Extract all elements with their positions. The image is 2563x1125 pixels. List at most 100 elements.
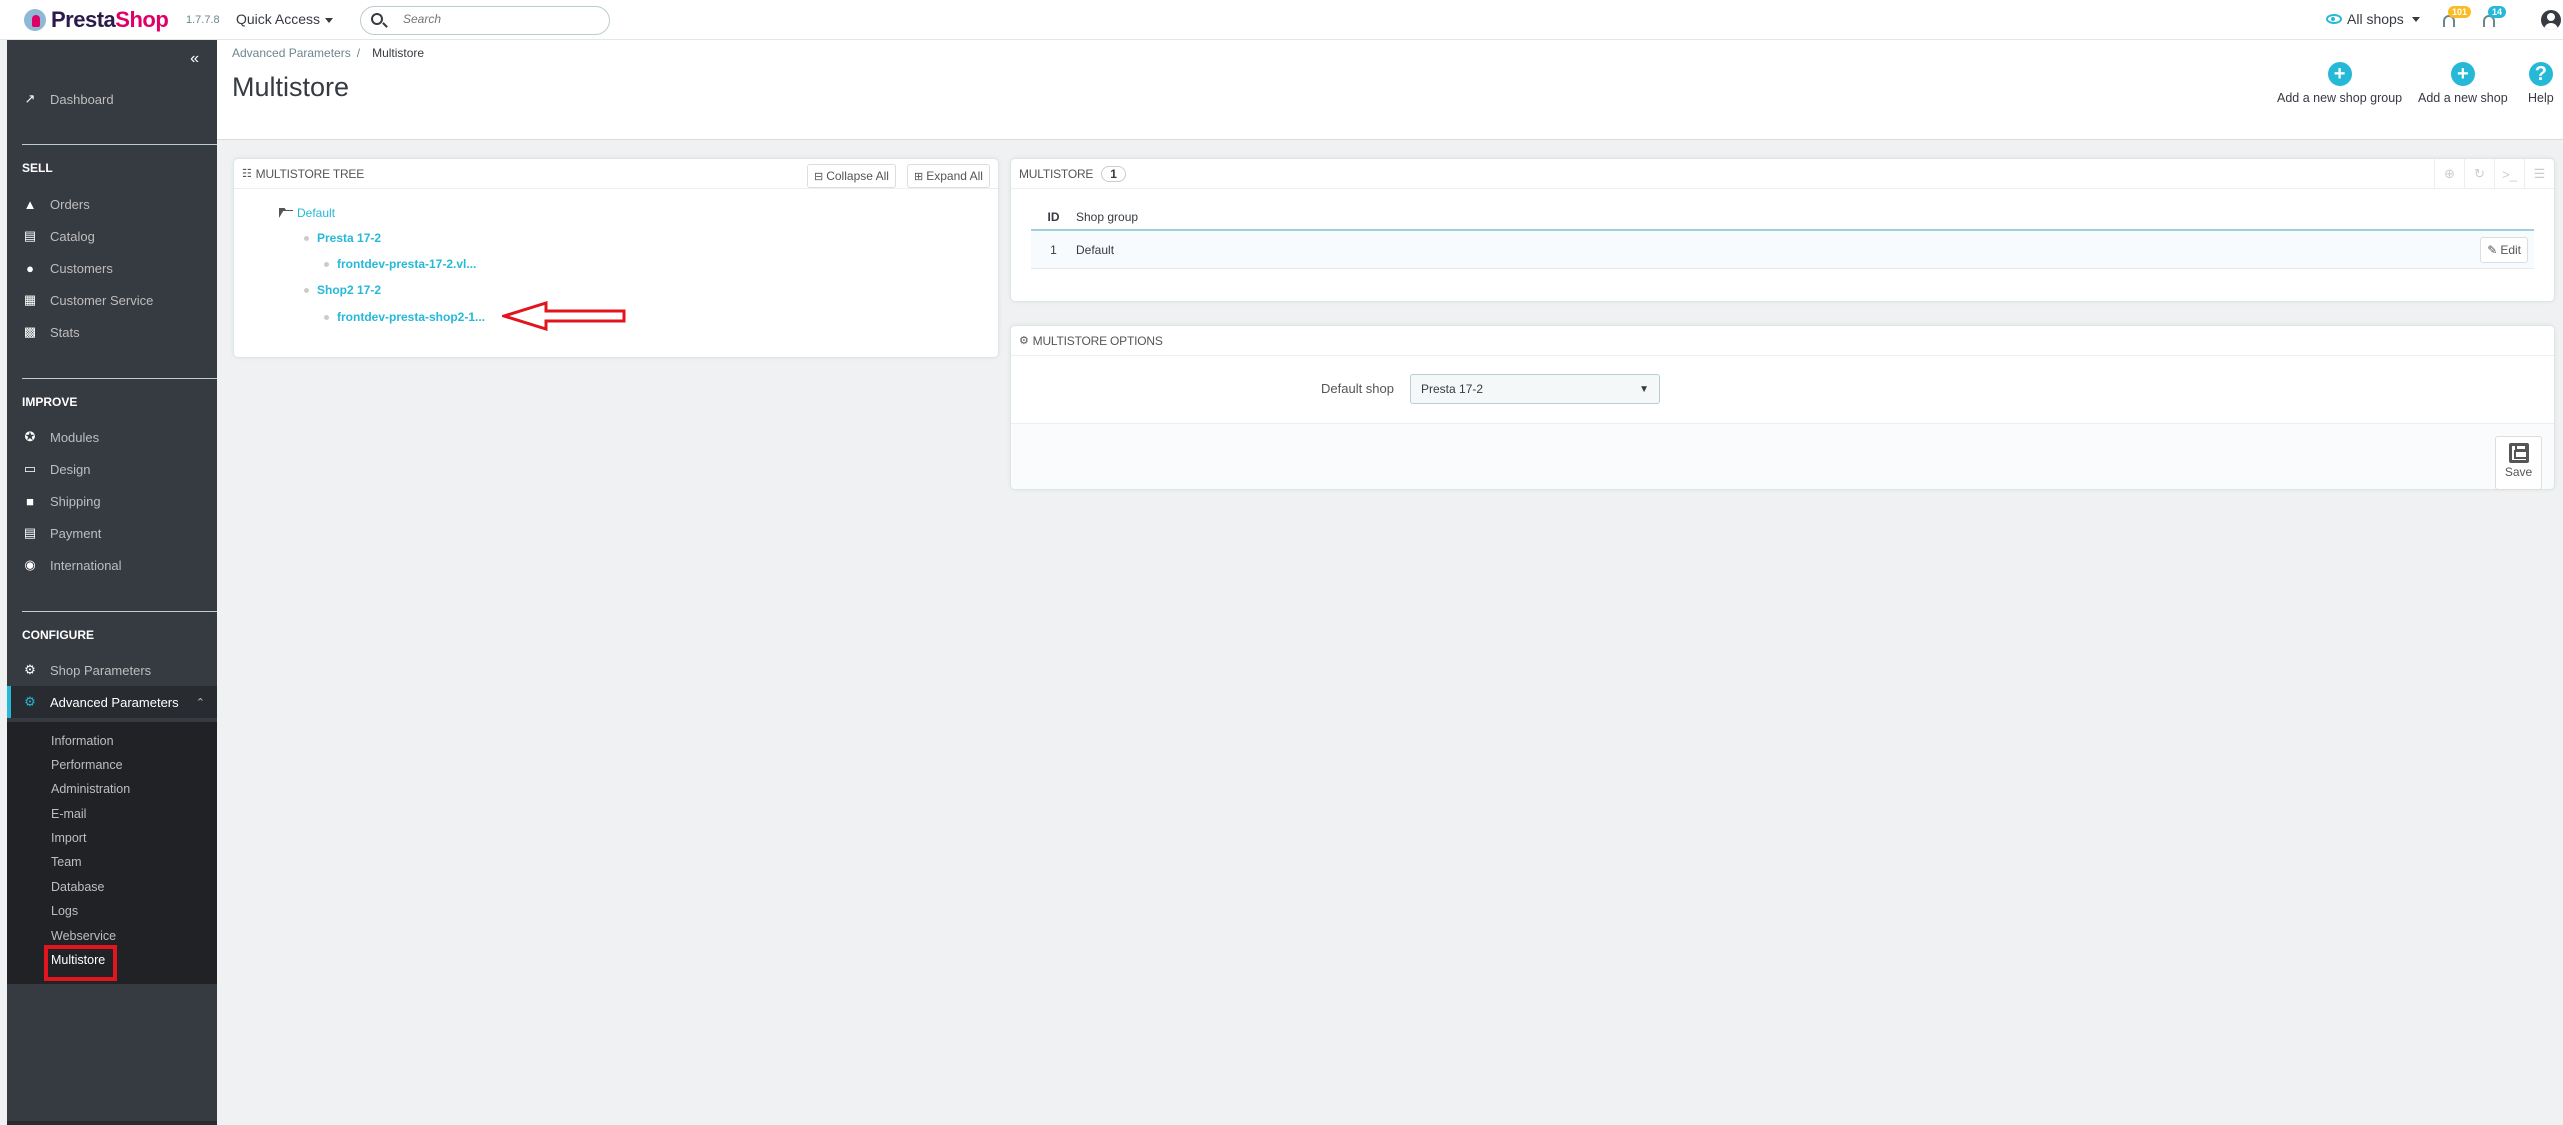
- submenu-administration[interactable]: Administration: [51, 782, 130, 796]
- panel-title: Multistore options: [1032, 333, 1163, 348]
- sidebar-item-label: Stats: [50, 324, 80, 340]
- breadcrumb-parent[interactable]: Advanced Parameters: [232, 46, 351, 60]
- sidebar-divider: [22, 378, 217, 379]
- panel-footer: Save: [1011, 423, 2554, 490]
- sidebar-item-dashboard[interactable]: ↗ Dashboard: [7, 83, 217, 115]
- shop-selector[interactable]: All shops: [2326, 11, 2420, 27]
- sidebar-item-shop-parameters[interactable]: ⚙ Shop Parameters: [7, 654, 217, 686]
- tree-group-label: Default: [297, 206, 336, 220]
- sidebar-item-label: Payment: [50, 525, 102, 541]
- search-box[interactable]: [360, 6, 610, 35]
- submenu-import[interactable]: Import: [51, 831, 86, 845]
- user-avatar-icon[interactable]: [2541, 10, 2561, 30]
- sidebar-item-customer-service[interactable]: ▦ Customer Service: [7, 284, 217, 316]
- database-icon[interactable]: ☰: [2524, 159, 2554, 189]
- submenu-webservice[interactable]: Webservice: [51, 929, 116, 943]
- submenu-email[interactable]: E-mail: [51, 807, 86, 821]
- sidebar-item-label: Customers: [50, 260, 113, 276]
- panel-title: Multistore: [1019, 166, 1094, 181]
- search-input[interactable]: [403, 12, 593, 26]
- add-shop-group-button[interactable]: + Add a new shop group: [2277, 62, 2402, 105]
- sidebar-item-orders[interactable]: ▲ Orders: [7, 188, 217, 220]
- annotation-arrow-icon: [502, 301, 626, 331]
- submenu-logs[interactable]: Logs: [51, 904, 78, 918]
- collapse-all-button[interactable]: ⊟ Collapse All: [807, 164, 896, 188]
- section-configure: CONFIGURE: [22, 628, 94, 642]
- monitor-icon: ▭: [23, 461, 37, 476]
- save-button[interactable]: Save: [2495, 436, 2542, 490]
- sidebar-item-label: Customer Service: [50, 292, 154, 308]
- tree-url-label: frontdev-presta-shop2-1...: [337, 310, 486, 324]
- section-improve: IMPROVE: [22, 395, 78, 409]
- submenu-database[interactable]: Database: [51, 880, 105, 894]
- sidebar-item-label: Advanced Parameters: [50, 694, 179, 710]
- tree-group-default[interactable]: Default: [279, 206, 335, 220]
- column-id[interactable]: ID: [1031, 210, 1076, 224]
- sidebar-item-design[interactable]: ▭ Design: [7, 453, 217, 485]
- column-shop-group[interactable]: Shop group: [1076, 210, 1138, 224]
- default-shop-label: Default shop: [1321, 381, 1394, 396]
- table-row[interactable]: 1 Default ✎ Edit: [1031, 231, 2534, 269]
- select-value: Presta 17-2: [1421, 382, 1484, 396]
- tree-shop[interactable]: Shop2 17-2: [304, 283, 381, 297]
- store-icon: ▤: [23, 228, 37, 243]
- globe-icon: ◉: [24, 557, 36, 572]
- sql-query-icon[interactable]: >_: [2494, 159, 2524, 189]
- sidebar-item-label: Modules: [50, 429, 100, 445]
- sidebar-item-shipping[interactable]: ■ Shipping: [7, 485, 217, 517]
- floppy-disk-icon: [2508, 443, 2529, 463]
- sidebar-item-international[interactable]: ◉ International: [7, 549, 217, 581]
- version-label: 1.7.7.8: [186, 14, 220, 26]
- tree-shop-url[interactable]: frontdev-presta-17-2.vl...: [324, 257, 476, 271]
- prestashop-logo[interactable]: PrestaShop: [24, 7, 169, 33]
- tree-shop[interactable]: Presta 17-2: [304, 231, 381, 245]
- add-new-icon[interactable]: ⊕: [2434, 159, 2464, 189]
- brand-shop: Shop: [115, 7, 169, 32]
- sitemap-icon: ☷: [242, 168, 252, 180]
- sidebar-item-customers[interactable]: ● Customers: [7, 252, 217, 284]
- sidebar-item-modules[interactable]: ✪ Modules: [7, 421, 217, 453]
- sidebar-item-label: International: [50, 557, 122, 573]
- orders-notification[interactable]: 101: [2440, 6, 2472, 30]
- multistore-options-panel: ⚙ Multistore options Default shop Presta…: [1010, 325, 2555, 490]
- toolbar-label: Add a new shop: [2418, 91, 2508, 105]
- expand-all-button[interactable]: ⊞ Expand All: [907, 164, 990, 188]
- sidebar-item-payment[interactable]: ▤ Payment: [7, 517, 217, 549]
- sidebar-item-label: Orders: [50, 196, 90, 212]
- sidebar-item-label: Shipping: [50, 493, 101, 509]
- credit-card-icon: ▤: [23, 525, 37, 540]
- gear-icon: ⚙: [24, 662, 36, 677]
- quick-access-dropdown[interactable]: Quick Access: [236, 11, 333, 27]
- shop-selector-label: All shops: [2347, 11, 2404, 27]
- sidebar-item-stats[interactable]: ▩ Stats: [7, 316, 217, 348]
- sidebar-item-advanced-parameters[interactable]: ⚙ Advanced Parameters ⌃: [7, 686, 217, 718]
- plus-circle-icon: +: [2327, 62, 2352, 86]
- tree-url-label: frontdev-presta-17-2.vl...: [337, 257, 477, 271]
- submenu-performance[interactable]: Performance: [51, 758, 123, 772]
- submenu-team[interactable]: Team: [51, 855, 82, 869]
- cell-id: 1: [1050, 242, 1057, 257]
- list-toolbar: ⊕ ↻ >_ ☰: [2434, 159, 2554, 189]
- folder-open-icon: [279, 208, 293, 218]
- default-shop-select[interactable]: Presta 17-2 ▼: [1410, 374, 1660, 404]
- page-header: Advanced Parameters / Multistore Multistor…: [217, 40, 2563, 140]
- count-badge: 1: [1101, 165, 1126, 182]
- submenu-information[interactable]: Information: [51, 734, 114, 748]
- edit-button[interactable]: ✎ Edit: [2480, 237, 2528, 263]
- add-shop-button[interactable]: + Add a new shop: [2418, 62, 2508, 105]
- sidebar-divider: [22, 144, 217, 145]
- table-header: ID Shop group: [1031, 205, 2534, 231]
- help-button[interactable]: ? Help: [2528, 62, 2554, 105]
- page-title: Multistore: [232, 72, 350, 102]
- tree-shop-url[interactable]: frontdev-presta-shop2-1...: [324, 310, 485, 324]
- sidebar-divider: [22, 611, 217, 612]
- toolbar-label: Add a new shop group: [2277, 91, 2403, 105]
- basket-icon: ▲: [23, 196, 37, 212]
- customers-notification[interactable]: 14: [2480, 6, 2507, 30]
- bullet-icon: [304, 235, 309, 241]
- sidebar-item-catalog[interactable]: ▤ Catalog: [7, 220, 217, 252]
- collapse-sidebar-icon[interactable]: «: [190, 50, 199, 68]
- refresh-icon[interactable]: ↻: [2464, 159, 2494, 189]
- pencil-icon: ✎: [2487, 243, 2498, 257]
- account-circle-icon: ●: [26, 260, 34, 276]
